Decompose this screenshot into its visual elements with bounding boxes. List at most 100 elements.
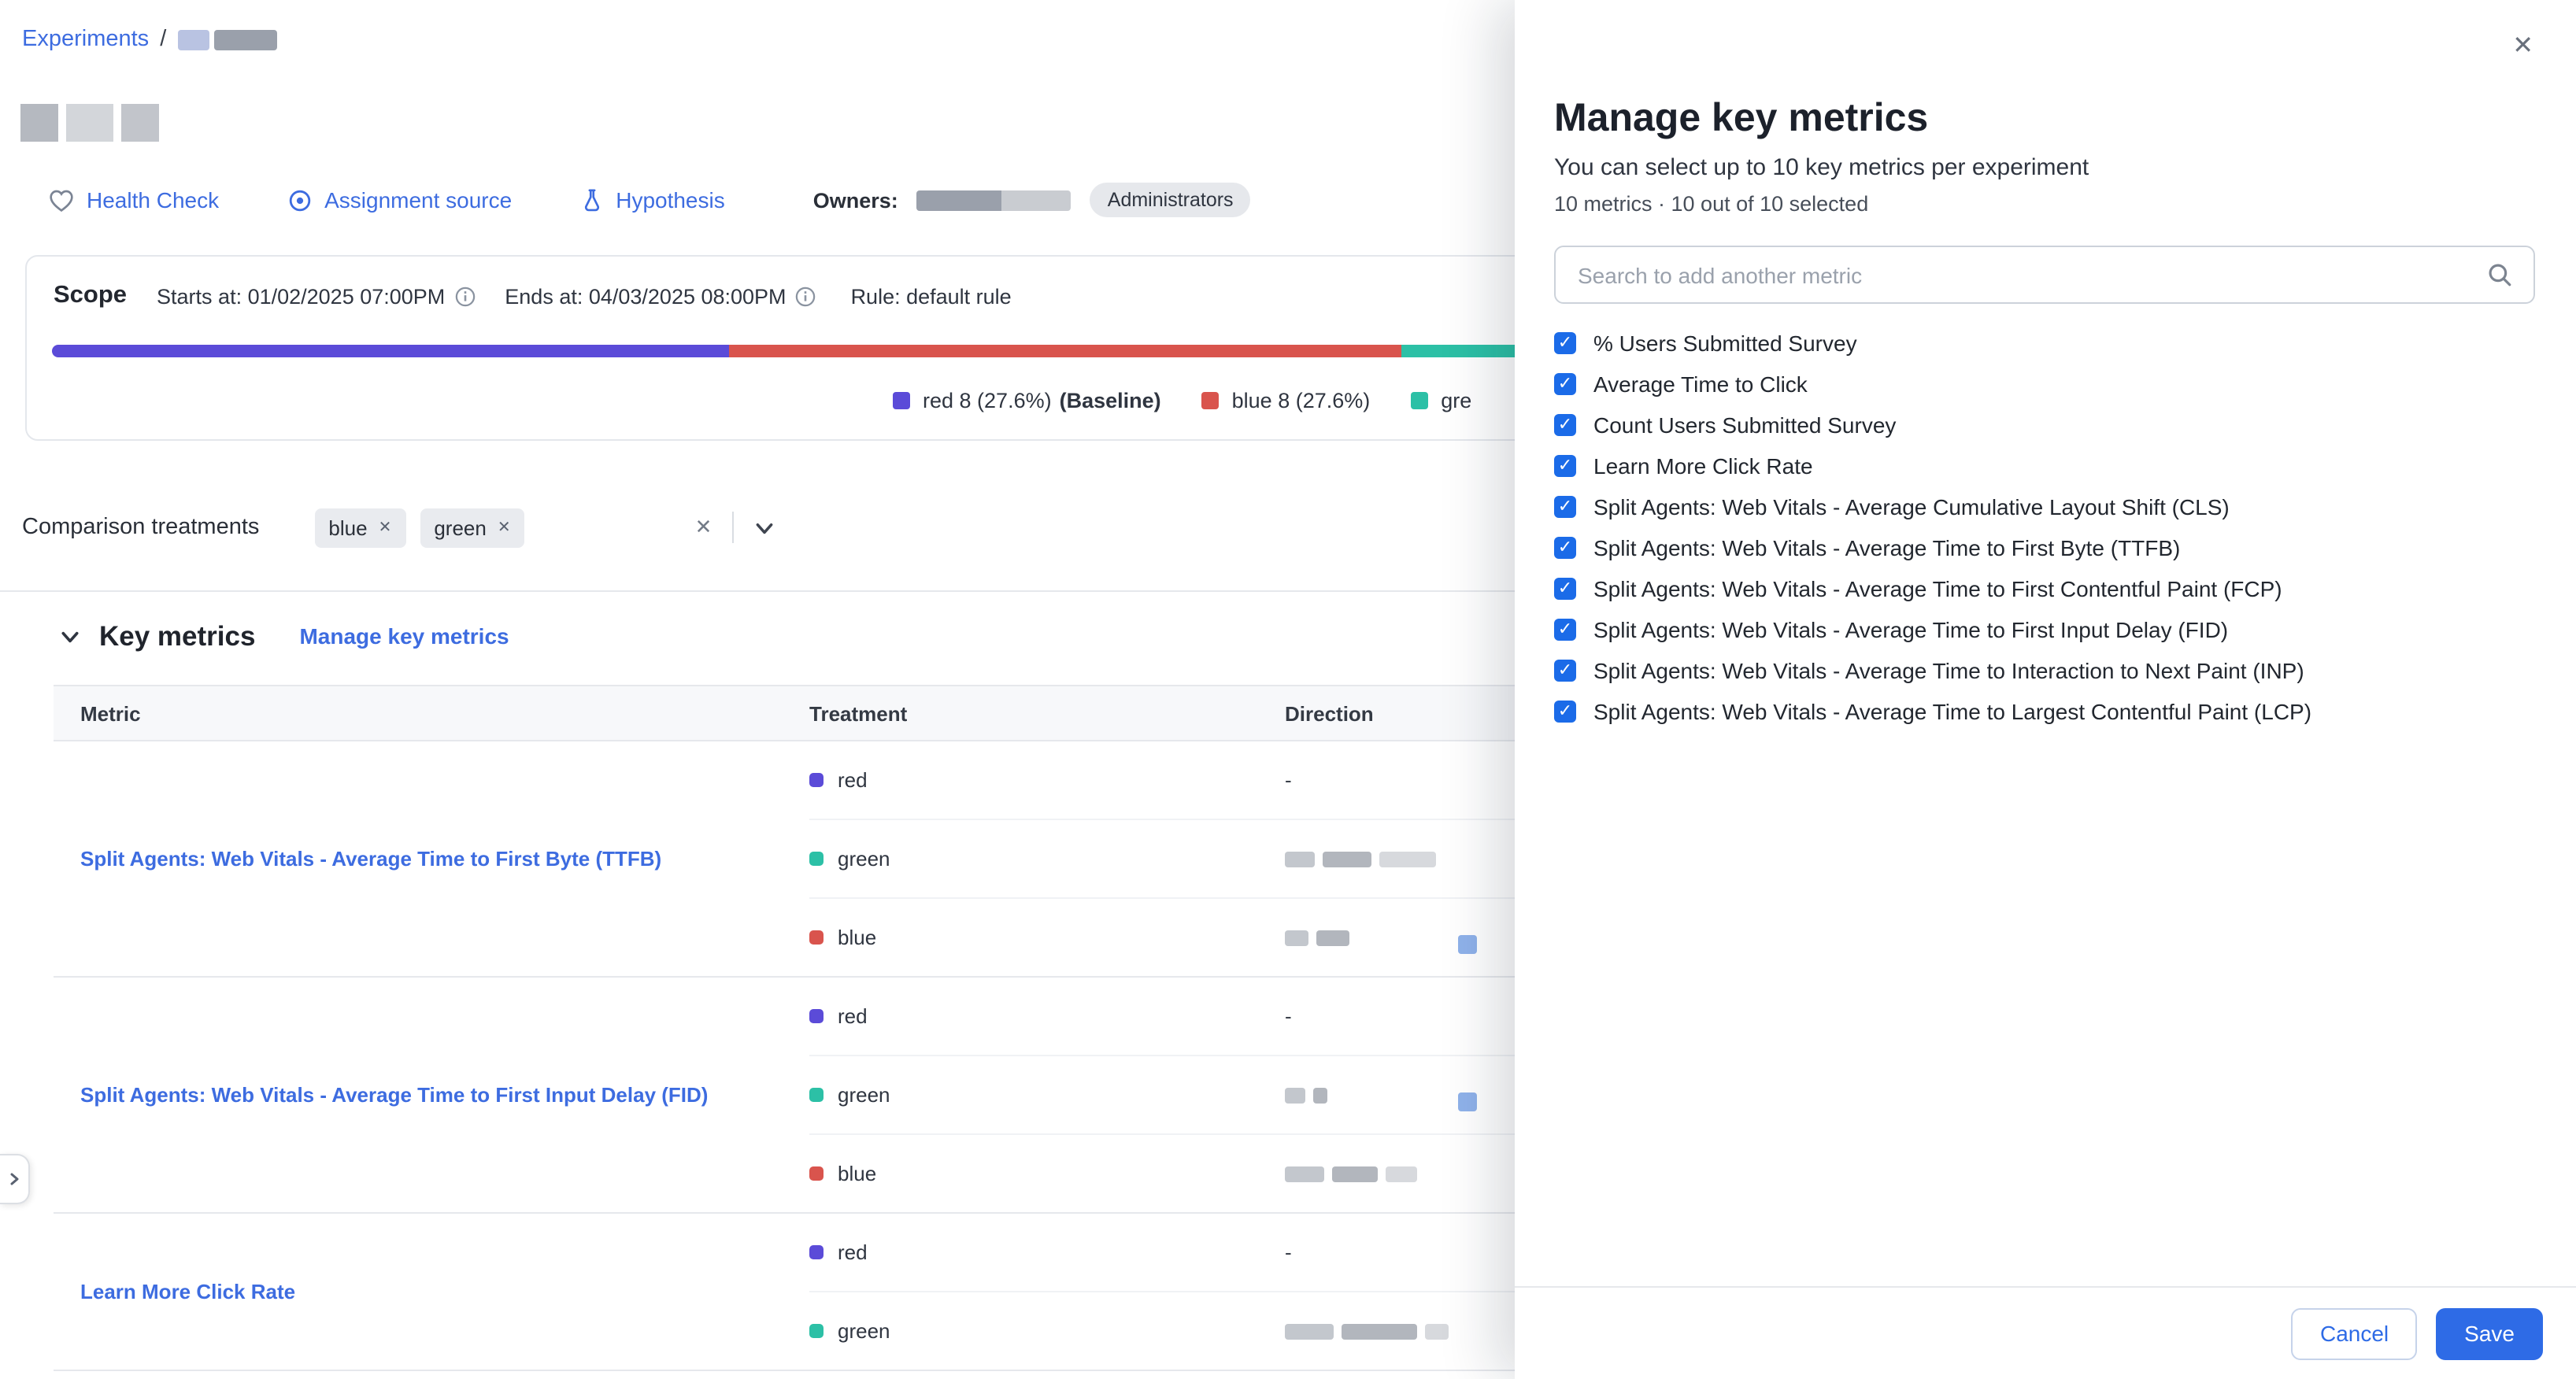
redacted-value-block xyxy=(1316,930,1349,945)
checkbox-checked-icon[interactable]: ✓ xyxy=(1554,619,1576,641)
metric-checkbox-row[interactable]: ✓ Split Agents: Web Vitals - Average Time… xyxy=(1554,527,2562,568)
scope-starts-text: Starts at: 01/02/2025 07:00PM xyxy=(157,284,445,308)
metric-label: Split Agents: Web Vitals - Average Time … xyxy=(1593,658,2304,683)
metric-cell: Learn More Click Rate xyxy=(54,1214,809,1370)
checkbox-checked-icon[interactable]: ✓ xyxy=(1554,455,1576,477)
chip-remove-icon[interactable]: ✕ xyxy=(379,519,392,536)
redacted-value-block xyxy=(1379,851,1436,867)
sidebar-expand-handle[interactable] xyxy=(0,1154,30,1204)
key-metrics-header: Key metrics Manage key metrics xyxy=(60,616,509,656)
checkbox-checked-icon[interactable]: ✓ xyxy=(1554,537,1576,559)
redacted-block xyxy=(20,104,58,142)
breadcrumb-separator: / xyxy=(160,27,166,52)
metric-checkbox-row[interactable]: ✓Count Users Submitted Survey xyxy=(1554,405,2562,445)
treatment-cell: green xyxy=(809,1083,1285,1107)
treatment-color-dot xyxy=(809,1166,824,1181)
heart-icon xyxy=(49,188,74,212)
checkbox-checked-icon[interactable]: ✓ xyxy=(1554,701,1576,723)
metric-label: Learn More Click Rate xyxy=(1593,453,1813,479)
treatment-cell: red xyxy=(809,1004,1285,1028)
treatment-name: green xyxy=(838,1083,890,1107)
manage-key-metrics-link[interactable]: Manage key metrics xyxy=(299,623,509,649)
panel-footer: Cancel Save xyxy=(1515,1286,2576,1379)
comparison-treatments-row: Comparison treatments blue✕green✕ ✕ xyxy=(22,499,795,556)
treatment-name: green xyxy=(838,847,890,871)
metric-cell: Split Agents: Web Vitals - Average Time … xyxy=(54,741,809,976)
hypothesis-link[interactable]: Hypothesis xyxy=(581,187,725,213)
checkbox-checked-icon[interactable]: ✓ xyxy=(1554,496,1576,518)
checkbox-checked-icon[interactable]: ✓ xyxy=(1554,414,1576,436)
checkbox-checked-icon[interactable]: ✓ xyxy=(1554,373,1576,395)
checkbox-checked-icon[interactable]: ✓ xyxy=(1554,660,1576,682)
metrics-count-summary: 10 metrics · 10 out of 10 selected xyxy=(1554,192,1868,216)
close-icon[interactable]: ✕ xyxy=(2512,35,2533,60)
treatment-cell: green xyxy=(809,1319,1285,1343)
assignment-source-link[interactable]: Assignment source xyxy=(288,187,512,213)
chevron-down-icon[interactable] xyxy=(734,517,795,538)
metric-checkbox-row[interactable]: ✓ Split Agents: Web Vitals - Average Time… xyxy=(1554,568,2562,609)
metric-link[interactable]: Split Agents: Web Vitals - Average Time … xyxy=(80,847,661,871)
direction-value: - xyxy=(1285,1240,1292,1264)
treatment-chip[interactable]: blue ✕ xyxy=(314,508,405,547)
checkbox-checked-icon[interactable]: ✓ xyxy=(1554,578,1576,600)
direction-value: - xyxy=(1285,768,1292,792)
metric-label: Split Agents: Web Vitals - Average Time … xyxy=(1593,576,2282,601)
manage-key-metrics-panel: ✕ Manage key metrics You can select up t… xyxy=(1515,0,2576,1379)
metric-checkbox-row[interactable]: ✓Average Time to Click xyxy=(1554,364,2562,405)
legend-label: gre xyxy=(1441,389,1471,412)
redacted-value-block xyxy=(1285,1323,1334,1339)
breadcrumb-experiments-link[interactable]: Experiments xyxy=(22,27,149,52)
treatment-name: blue xyxy=(838,926,876,949)
metric-label: Split Agents: Web Vitals - Average Time … xyxy=(1593,535,2180,560)
treatment-cell: red xyxy=(809,768,1285,792)
metric-link[interactable]: Learn More Click Rate xyxy=(80,1280,295,1303)
metric-checkbox-row[interactable]: ✓Split Agents: Web Vitals - Average Time… xyxy=(1554,609,2562,650)
redacted-change-badge xyxy=(1458,934,1477,953)
treatment-chips: blue✕green✕ xyxy=(314,508,524,547)
scope-ends-at: Ends at: 04/03/2025 08:00PM xyxy=(505,284,816,308)
redacted-block xyxy=(121,104,159,142)
treatment-name: blue xyxy=(838,1162,876,1185)
health-check-link[interactable]: Health Check xyxy=(49,187,219,213)
checkbox-checked-icon[interactable]: ✓ xyxy=(1554,332,1576,354)
chip-label: blue xyxy=(328,516,367,539)
metric-search-input[interactable] xyxy=(1556,262,2486,287)
redacted-value-block xyxy=(1332,1166,1378,1181)
cancel-button[interactable]: Cancel xyxy=(2292,1307,2417,1359)
scope-rule: Rule: default rule xyxy=(851,284,1012,308)
key-metrics-title: Key metrics xyxy=(99,619,255,653)
redacted-change-badge xyxy=(1458,1092,1477,1111)
scope-bar-segment xyxy=(729,345,1401,357)
metric-checkbox-row[interactable]: ✓Split Agents: Web Vitals - Average Cumu… xyxy=(1554,486,2562,527)
legend-item: red 8 (27.6%)(Baseline) xyxy=(893,389,1161,412)
redacted-block xyxy=(177,29,209,50)
legend-swatch xyxy=(1411,392,1428,409)
treatment-cell: green xyxy=(809,847,1285,871)
collapse-chevron-icon[interactable] xyxy=(60,626,80,646)
treatment-name: green xyxy=(838,1319,890,1343)
breadcrumb-current-redacted xyxy=(177,29,276,50)
scope-ends-text: Ends at: 04/03/2025 08:00PM xyxy=(505,284,786,308)
treatment-cell: blue xyxy=(809,926,1285,949)
info-icon[interactable] xyxy=(796,286,816,306)
legend-swatch xyxy=(893,392,910,409)
page-title-redacted xyxy=(20,104,159,142)
save-button[interactable]: Save xyxy=(2436,1307,2543,1359)
metric-checkbox-row[interactable]: ✓ Learn More Click Rate xyxy=(1554,445,2562,486)
metric-label: Split Agents: Web Vitals - Average Time … xyxy=(1593,699,2311,724)
clear-selection-icon[interactable]: ✕ xyxy=(675,515,733,540)
treatment-color-dot xyxy=(809,852,824,866)
info-icon[interactable] xyxy=(454,286,475,306)
owner-name-redacted xyxy=(917,190,1071,210)
metric-link[interactable]: Split Agents: Web Vitals - Average Time … xyxy=(80,1083,708,1107)
chip-remove-icon[interactable]: ✕ xyxy=(498,519,511,536)
treatment-color-dot xyxy=(809,1009,824,1023)
redacted-block xyxy=(66,104,113,142)
health-check-label: Health Check xyxy=(87,187,219,213)
metric-checkbox-row[interactable]: ✓% Users Submitted Survey xyxy=(1554,323,2562,364)
metric-checkbox-row[interactable]: ✓ Split Agents: Web Vitals - Average Time… xyxy=(1554,691,2562,732)
scope-legend: red 8 (27.6%)(Baseline)blue 8 (27.6%)gre xyxy=(893,389,1471,412)
treatment-chip[interactable]: green✕ xyxy=(420,508,524,547)
redacted-value-block xyxy=(1342,1323,1417,1339)
metric-checkbox-row[interactable]: ✓ Split Agents: Web Vitals - Average Time… xyxy=(1554,650,2562,691)
